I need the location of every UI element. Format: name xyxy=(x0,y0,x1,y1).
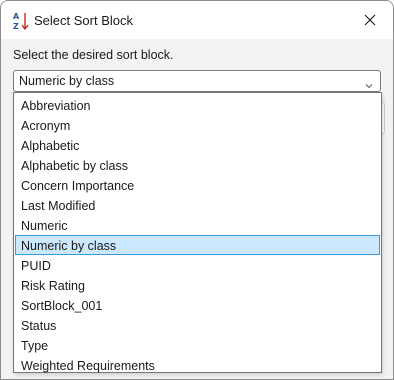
close-button[interactable] xyxy=(347,1,393,39)
list-item-abbreviation[interactable]: Abbreviation xyxy=(15,95,380,115)
list-item-sortblock-001[interactable]: SortBlock_001 xyxy=(15,295,380,315)
sort-az-icon: A Z xyxy=(11,10,31,32)
list-item-numeric-by-class[interactable]: Numeric by class xyxy=(15,235,380,255)
list-item-last-modified[interactable]: Last Modified xyxy=(15,195,380,215)
list-item-numeric[interactable]: Numeric xyxy=(15,215,380,235)
list-item-acronym[interactable]: Acronym xyxy=(15,115,380,135)
list-item-alphabetic-by-class[interactable]: Alphabetic by class xyxy=(15,155,380,175)
list-item-status[interactable]: Status xyxy=(15,315,380,335)
list-item-puid[interactable]: PUID xyxy=(15,255,380,275)
sort-block-dropdown-list[interactable]: Abbreviation Acronym Alphabetic Alphabet… xyxy=(13,92,382,373)
list-item-concern-importance[interactable]: Concern Importance xyxy=(15,175,380,195)
select-sort-block-dialog: A Z Select Sort Block Select the desired… xyxy=(0,0,394,380)
list-item-weighted-requirements[interactable]: Weighted Requirements xyxy=(15,355,380,375)
list-item-alphabetic[interactable]: Alphabetic xyxy=(15,135,380,155)
close-icon xyxy=(364,14,376,26)
chevron-down-icon[interactable] xyxy=(365,77,373,89)
svg-text:A: A xyxy=(13,12,20,21)
list-item-risk-rating[interactable]: Risk Rating xyxy=(15,275,380,295)
list-item-type[interactable]: Type xyxy=(15,335,380,355)
prompt-label: Select the desired sort block. xyxy=(13,48,174,62)
title-bar[interactable]: A Z Select Sort Block xyxy=(1,1,393,39)
svg-text:Z: Z xyxy=(13,22,19,31)
window-title: Select Sort Block xyxy=(34,13,133,28)
combobox-selected-value: Numeric by class xyxy=(19,74,115,88)
sort-block-combobox[interactable]: Numeric by class xyxy=(13,70,381,92)
